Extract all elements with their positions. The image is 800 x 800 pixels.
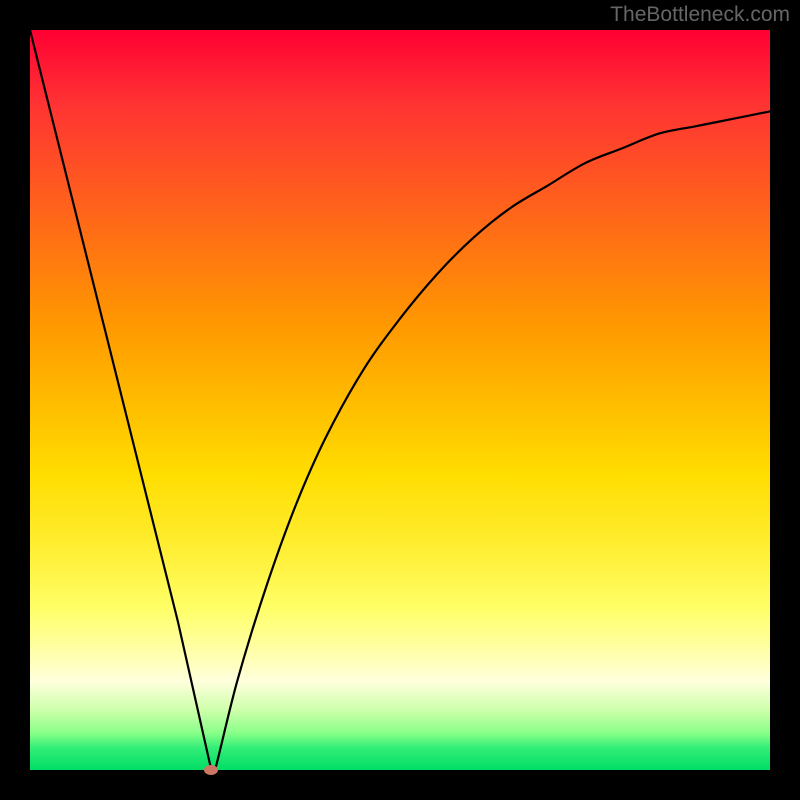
chart-frame: TheBottleneck.com [0, 0, 800, 800]
minimum-marker [204, 765, 218, 775]
curve-svg [30, 30, 770, 770]
bottleneck-curve-path [30, 30, 770, 777]
watermark-text: TheBottleneck.com [610, 3, 790, 27]
